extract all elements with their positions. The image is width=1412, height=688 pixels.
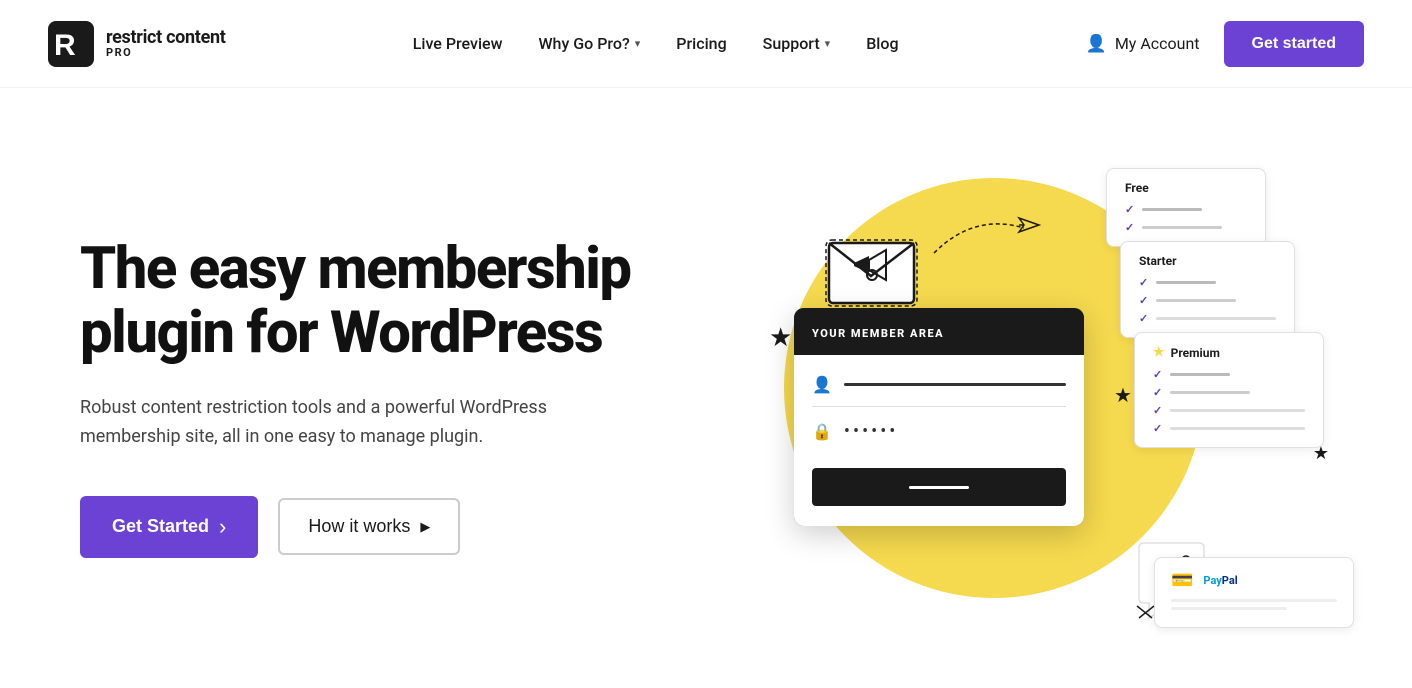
member-card-header: YOUR MEMBER AREA [794,308,1084,355]
logo-brand-name: restrict content [106,28,226,48]
hero-illustration: ★ ★ ★ [724,148,1364,648]
paypal-line-2 [1171,607,1287,610]
hero-buttons: Get Started › How it works ▶ [80,496,631,558]
pricing-card-premium: ★ Premium ✓ ✓ ✓ [1134,332,1324,448]
pricing-premium-rows: ✓ ✓ ✓ ✓ [1153,368,1305,435]
member-submit-button [812,468,1066,506]
check-icon: ✓ [1153,386,1162,399]
check-icon: ✓ [1153,422,1162,435]
main-nav: Live Preview Why Go Pro? ▾ Pricing Suppo… [413,34,899,53]
svg-text:R: R [54,29,76,62]
pricing-row: ✓ [1139,276,1276,289]
lock-field-icon: 🔒 [812,422,832,441]
password-dots: •••••• [844,421,898,442]
pricing-free-rows: ✓ ✓ [1125,203,1247,234]
pricing-row: ✓ [1153,422,1305,435]
nav-support[interactable]: Support ▾ [763,34,831,53]
check-icon: ✓ [1139,294,1148,307]
chevron-down-icon: ▾ [635,37,641,50]
pricing-row: ✓ [1139,312,1276,325]
member-card-body: 👤 🔒 •••••• [794,355,1084,526]
site-header: R restrict content PRO Live Preview Why … [0,0,1412,88]
logo-text-area: restrict content PRO [106,28,226,60]
arrow-right-icon: › [219,514,226,540]
username-line [844,383,1066,386]
check-icon: ✓ [1125,203,1134,216]
pricing-card-starter: Starter ✓ ✓ ✓ [1120,241,1295,338]
pricing-card-free: Free ✓ ✓ [1106,168,1266,247]
paypal-card: 💳 PayPal [1154,557,1354,628]
user-icon: 👤 [1086,34,1107,54]
chevron-down-icon-2: ▾ [825,37,831,50]
pricing-premium-label: ★ Premium [1153,345,1305,360]
user-field-icon: 👤 [812,375,832,394]
envelope-illustration [824,218,924,308]
pricing-starter-rows: ✓ ✓ ✓ [1139,276,1276,325]
hero-headline: The easy membership plugin for WordPress [80,238,631,366]
star-decor-1: ★ [769,323,792,353]
password-field: 🔒 •••••• [812,421,1066,454]
pricing-free-label: Free [1125,181,1247,195]
logo-icon: R [48,21,94,67]
pricing-starter-label: Starter [1139,254,1276,268]
nav-why-go-pro[interactable]: Why Go Pro? ▾ [538,34,640,53]
logo[interactable]: R restrict content PRO [48,21,226,67]
star-icon: ★ [1153,345,1165,360]
check-icon: ✓ [1153,368,1162,381]
check-icon: ✓ [1139,312,1148,325]
how-it-works-button[interactable]: How it works ▶ [278,498,460,555]
check-icon: ✓ [1125,221,1134,234]
my-account-link[interactable]: 👤 My Account [1086,34,1200,54]
triangle-right-icon: ▶ [420,519,430,535]
paypal-line-1 [1171,599,1337,602]
hero-left: The easy membership plugin for WordPress… [80,238,631,557]
pricing-row: ✓ [1125,221,1247,234]
get-started-nav-button[interactable]: Get started [1224,21,1364,67]
nav-live-preview[interactable]: Live Preview [413,34,503,53]
check-icon: ✓ [1139,276,1148,289]
pricing-row: ✓ [1139,294,1276,307]
username-field: 👤 [812,375,1066,407]
get-started-hero-button[interactable]: Get Started › [80,496,258,558]
header-right: 👤 My Account Get started [1086,21,1364,67]
hero-subtext: Robust content restriction tools and a p… [80,394,600,452]
nav-blog[interactable]: Blog [866,34,898,53]
hero-section: The easy membership plugin for WordPress… [0,88,1412,688]
logo-pro-badge: PRO [106,47,226,59]
pricing-row: ✓ [1153,368,1305,381]
pricing-tiers-illustration: Free ✓ ✓ Starter [1106,168,1324,442]
payment-icons-row: 💳 PayPal [1171,570,1337,591]
member-area-title: YOUR MEMBER AREA [812,327,944,340]
paypal-logo-text: PayPal [1203,574,1237,587]
member-area-card: YOUR MEMBER AREA 👤 🔒 •••••• [794,308,1084,526]
nav-pricing[interactable]: Pricing [676,34,726,53]
paper-plane-illustration [924,203,1044,267]
submit-line [909,486,969,489]
check-icon: ✓ [1153,404,1162,417]
pricing-row: ✓ [1125,203,1247,216]
pricing-row: ✓ [1153,386,1305,399]
pricing-row: ✓ [1153,404,1305,417]
credit-card-icon: 💳 [1171,570,1193,591]
